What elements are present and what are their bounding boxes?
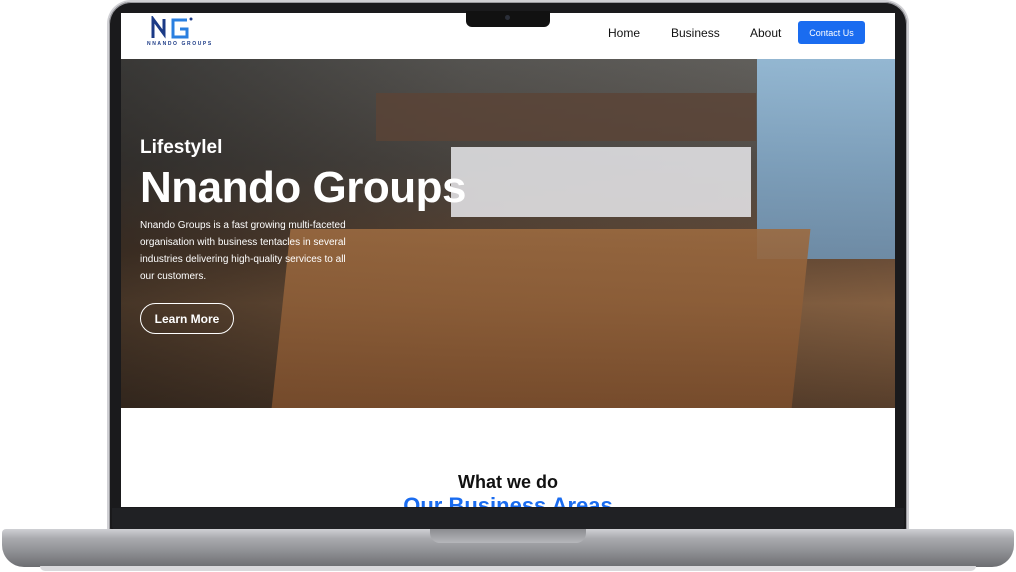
business-areas-section: What we do Our Business Areas bbox=[121, 408, 895, 507]
laptop-bezel bbox=[112, 508, 904, 530]
camera-notch bbox=[466, 11, 550, 27]
hero-banner: Lifestylel Nnando Groups Nnando Groups i… bbox=[121, 59, 895, 408]
laptop-lid-opener bbox=[430, 529, 586, 543]
learn-more-button[interactable]: Learn More bbox=[140, 303, 234, 334]
nav-home-link[interactable]: Home bbox=[608, 26, 640, 40]
hero-photo-whiteboard bbox=[451, 147, 751, 217]
nav-business-link[interactable]: Business bbox=[671, 26, 720, 40]
contact-us-button[interactable]: Contact Us bbox=[798, 21, 865, 44]
hero-description: Nnando Groups is a fast growing multi-fa… bbox=[140, 220, 346, 282]
logo-wordmark: NNANDO GROUPS bbox=[147, 41, 213, 47]
laptop-shadow bbox=[40, 566, 976, 571]
section-title: What we do bbox=[458, 472, 558, 492]
camera-icon bbox=[505, 15, 510, 20]
hero-title: Nnando Groups bbox=[140, 163, 466, 212]
hero-subtitle: Lifestylel bbox=[140, 137, 223, 158]
browser-viewport: NNANDO GROUPS Home Business About Contac… bbox=[121, 13, 895, 507]
ng-logo-icon bbox=[151, 16, 193, 39]
section-subtitle: Our Business Areas bbox=[403, 493, 613, 507]
hero-photo-wall bbox=[376, 93, 756, 141]
brand-logo[interactable]: NNANDO GROUPS bbox=[147, 16, 211, 50]
nav-about-link[interactable]: About bbox=[750, 26, 781, 40]
